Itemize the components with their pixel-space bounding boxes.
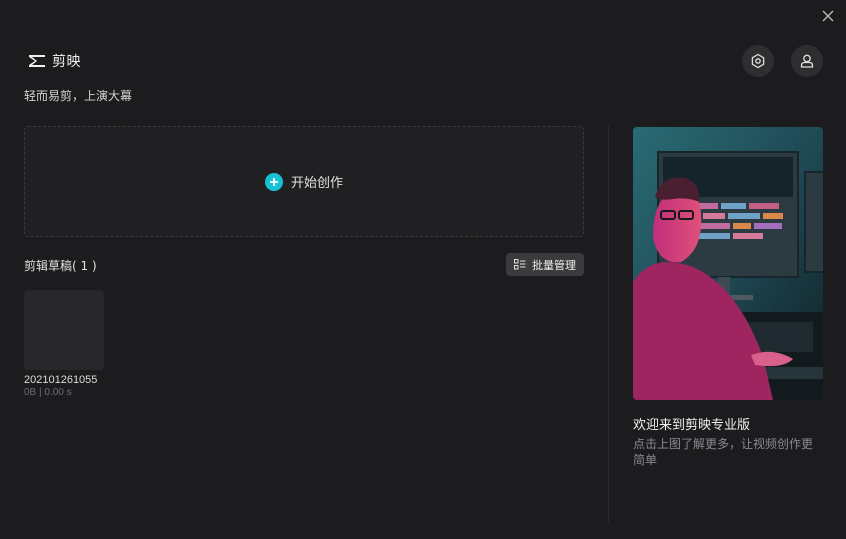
divider xyxy=(608,126,609,522)
draft-item[interactable]: 202101261055 0B | 0.00 s xyxy=(24,290,114,398)
start-create-label: 开始创作 xyxy=(290,176,343,191)
settings-button[interactable] xyxy=(742,45,774,77)
draft-meta: 0B | 0.00 s xyxy=(24,387,72,398)
hexagon-settings-icon xyxy=(751,53,765,69)
promo-title: 欢迎来到剪映专业版 xyxy=(633,418,751,433)
draft-thumbnail[interactable] xyxy=(24,290,104,370)
promo-illustration xyxy=(633,127,823,400)
drafts-title: 剪辑草稿( 1 ) xyxy=(24,259,97,273)
capcut-logo-icon xyxy=(29,55,45,67)
promo-description: 点击上图了解更多，让视频创作更简单 xyxy=(633,437,814,467)
draft-name: 202101261055 xyxy=(24,374,98,386)
brand-name: 剪映 xyxy=(52,54,81,70)
promo-image[interactable] xyxy=(633,127,823,400)
batch-manage-button[interactable]: 批量管理 xyxy=(506,253,584,276)
user-button[interactable] xyxy=(791,45,823,77)
close-button[interactable] xyxy=(818,6,838,26)
start-create-button[interactable]: 开始创作 xyxy=(24,126,584,237)
home-window: 剪映 轻而易剪，上演大幕 开始创作 剪辑草稿( 1 ) 批量管理 2021012… xyxy=(0,0,846,539)
user-icon xyxy=(800,54,814,68)
batch-manage-label: 批量管理 xyxy=(532,258,576,272)
close-icon xyxy=(822,10,834,22)
tagline: 轻而易剪，上演大幕 xyxy=(24,89,133,103)
brand: 剪映 xyxy=(26,51,81,71)
list-check-icon xyxy=(514,259,526,270)
plus-icon xyxy=(264,172,283,191)
